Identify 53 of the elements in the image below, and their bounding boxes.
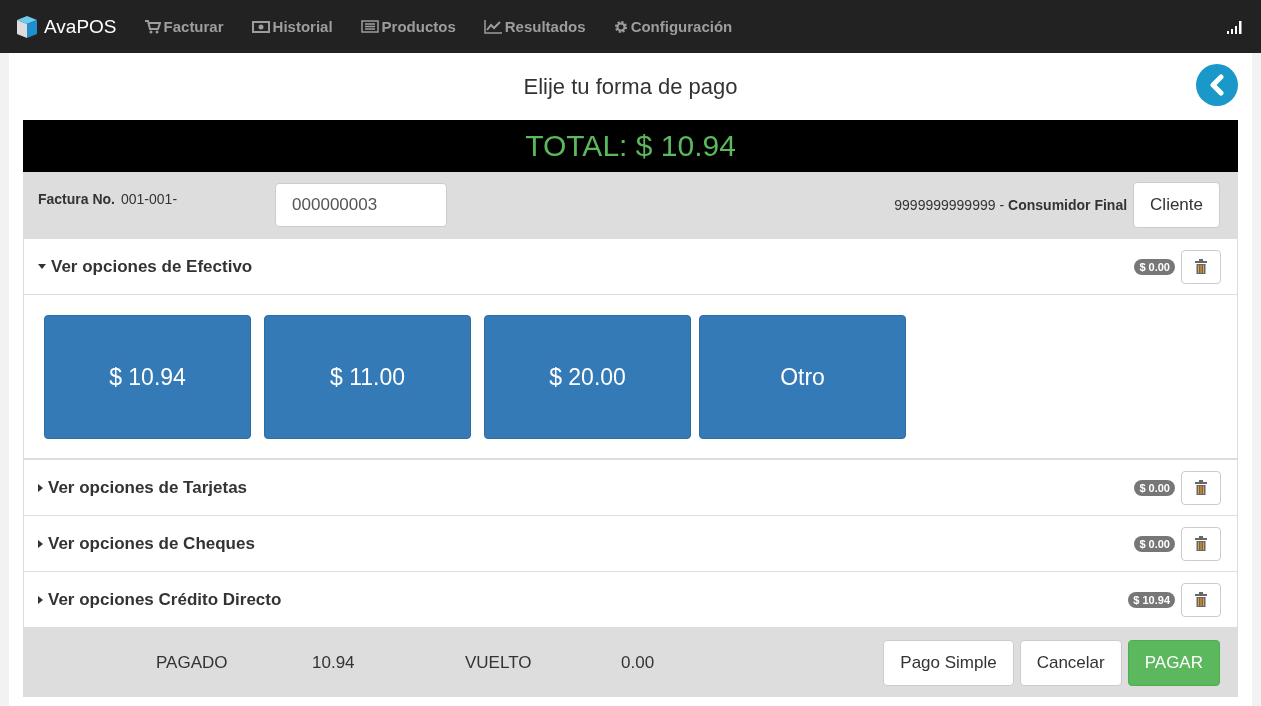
brand-name[interactable]: AvaPOS (44, 15, 117, 38)
list-icon (360, 20, 379, 33)
signal-icon (1227, 19, 1243, 34)
nav-link[interactable]: Facturar (144, 18, 224, 35)
trash-icon (1195, 480, 1207, 495)
delete-button[interactable] (1181, 582, 1221, 617)
invoice-label: Factura No. (38, 191, 115, 207)
back-button[interactable] (1196, 64, 1238, 106)
cube-logo-icon (14, 13, 40, 40)
chevron-left-icon (1208, 74, 1226, 96)
action-button[interactable]: Pago Simple (883, 639, 1014, 686)
change-value: 0.00 (621, 652, 656, 673)
total-amount: TOTAL: $ 10.94 (525, 129, 736, 163)
invoice-prefix: 001-001- (121, 191, 178, 207)
section-toggle[interactable]: Ver opciones Crédito Directo (38, 589, 1123, 610)
trash-icon (1195, 536, 1207, 551)
delete-button[interactable] (1181, 249, 1221, 284)
amount-badge: $ 10.94 (1128, 591, 1175, 608)
banknote-icon (251, 20, 270, 33)
amount-option-button[interactable]: Otro (699, 315, 906, 439)
line-chart-icon (483, 19, 502, 34)
delete-button[interactable] (1181, 526, 1221, 561)
section-toggle[interactable]: Ver opciones de Cheques (38, 533, 1129, 554)
caret-icon (38, 483, 43, 492)
section-toggle[interactable]: Ver opciones de Tarjetas (38, 477, 1129, 498)
action-button[interactable]: Cancelar (1019, 639, 1122, 686)
nav-link[interactable]: Historial (251, 18, 333, 35)
caret-icon (38, 264, 46, 269)
nav-link[interactable]: Productos (360, 18, 456, 35)
settings-icon (613, 19, 628, 34)
client-id: 9999999999999 - (894, 197, 1005, 213)
invoice-number-field[interactable]: 000000003 (275, 183, 448, 227)
page-title: Elije tu forma de pago (523, 73, 738, 100)
cart-icon (144, 19, 161, 34)
amount-option-button[interactable]: $ 20.00 (484, 315, 691, 439)
amount-badge: $ 0.00 (1134, 258, 1175, 275)
paid-label: PAGADO (156, 652, 229, 673)
client-name: Consumidor Final (1008, 197, 1128, 213)
caret-icon (38, 539, 43, 548)
paid-value: 10.94 (312, 652, 356, 673)
client-button[interactable]: Cliente (1133, 182, 1220, 228)
amount-option-button[interactable]: $ 10.94 (44, 315, 251, 439)
trash-icon (1195, 592, 1207, 607)
amount-badge: $ 0.00 (1134, 535, 1175, 552)
section-toggle[interactable]: Ver opciones de Efectivo (38, 256, 1129, 277)
nav-link[interactable]: Resultados (483, 18, 586, 35)
delete-button[interactable] (1181, 470, 1221, 505)
change-label: VUELTO (465, 652, 533, 673)
trash-icon (1195, 259, 1207, 274)
amount-option-button[interactable]: $ 11.00 (264, 315, 471, 439)
nav-link[interactable]: Configuración (613, 18, 733, 35)
caret-icon (38, 595, 43, 604)
amount-badge: $ 0.00 (1134, 479, 1175, 496)
